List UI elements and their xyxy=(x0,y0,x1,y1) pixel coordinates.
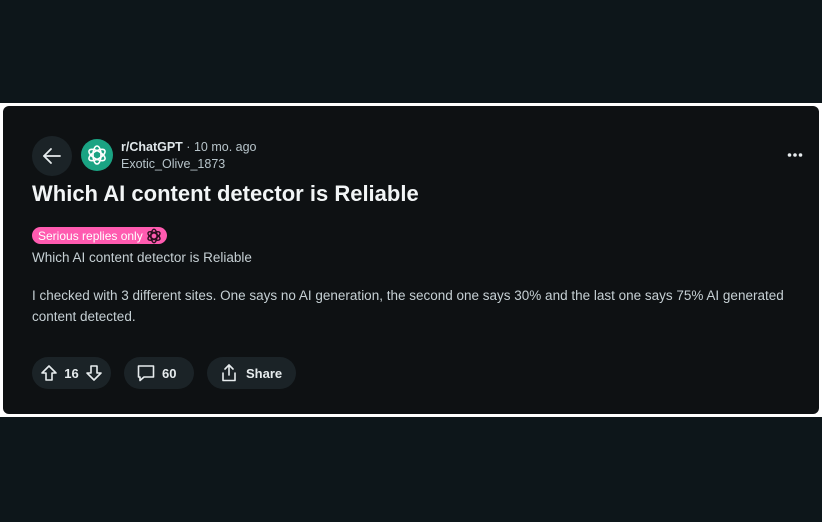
post-body: I checked with 3 different sites. One sa… xyxy=(32,288,784,324)
comments-button[interactable]: 60 xyxy=(124,357,194,389)
post-title: Which AI content detector is Reliable xyxy=(32,181,419,206)
subreddit-link[interactable]: r/ChatGPT xyxy=(121,140,183,154)
subreddit-avatar[interactable] xyxy=(81,139,113,171)
arrow-left-icon xyxy=(41,145,63,167)
comment-count: 60 xyxy=(162,365,177,381)
post-time: 10 mo. ago xyxy=(193,140,257,154)
share-button[interactable]: Share xyxy=(207,357,296,389)
more-options-icon xyxy=(787,152,803,158)
vote-count: 16 xyxy=(64,365,79,381)
vote-bar: 16 xyxy=(32,357,111,389)
post-meta: r/ChatGPT · 10 mo. ago xyxy=(121,140,257,154)
meta-separator: · xyxy=(186,140,191,154)
post-subtitle: Which AI content detector is Reliable xyxy=(32,250,252,265)
downvote-arrow-icon[interactable] xyxy=(85,364,103,382)
chatgpt-logo-icon xyxy=(85,143,109,167)
chatgpt-logo-icon xyxy=(145,227,163,245)
author-link[interactable]: Exotic_Olive_1873 xyxy=(121,157,225,171)
share-label: Share xyxy=(246,365,283,381)
back-button[interactable] xyxy=(32,136,72,176)
flair-label: Serious replies only xyxy=(38,228,143,243)
comment-bubble-icon xyxy=(136,363,156,383)
upvote-arrow-icon[interactable] xyxy=(40,364,58,382)
post-flair[interactable]: Serious replies only xyxy=(32,227,167,244)
share-icon xyxy=(219,363,239,383)
more-options-button[interactable] xyxy=(786,146,804,164)
